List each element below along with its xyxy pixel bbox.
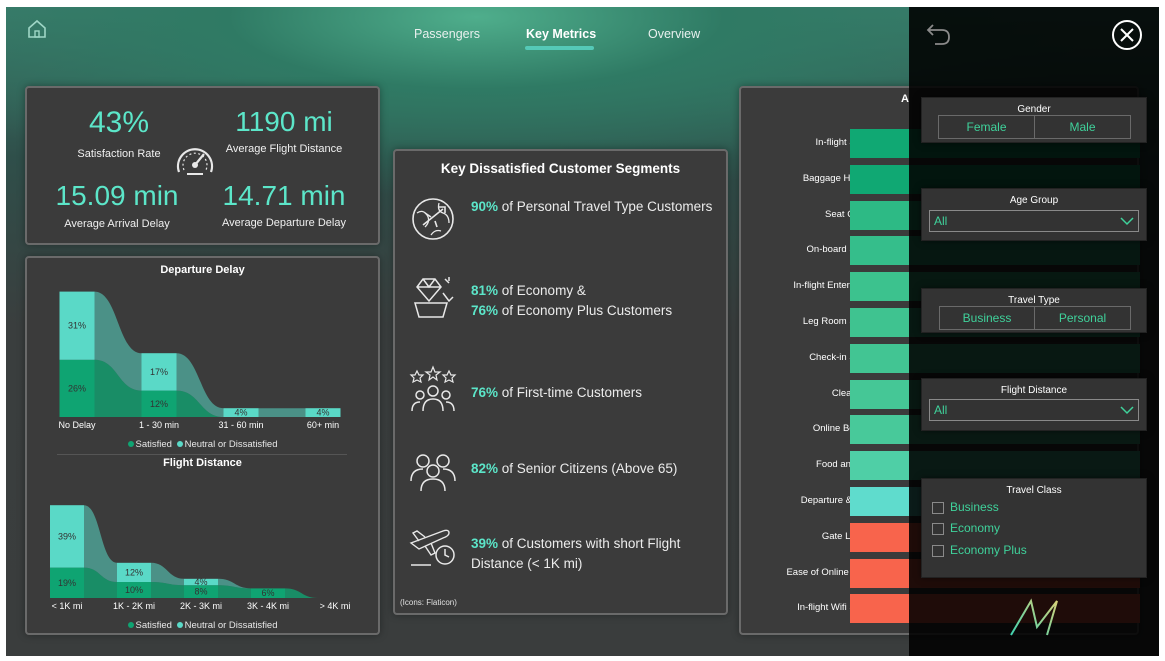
globe-airplane-icon xyxy=(412,198,454,240)
active-tab-indicator xyxy=(525,46,594,50)
travel-class-slicer-title: Travel Class xyxy=(1006,485,1062,496)
flow-satisfied xyxy=(285,588,318,598)
report-canvas: Passengers Key Metrics Overview 43% Sati… xyxy=(6,7,1159,656)
travel-type-slicer: Travel Type Business Personal xyxy=(921,288,1147,333)
x-tick-label: > 4K mi xyxy=(320,601,351,611)
close-icon[interactable] xyxy=(1111,19,1143,51)
tab-key-metrics[interactable]: Key Metrics xyxy=(526,27,596,41)
checkbox[interactable] xyxy=(932,545,944,557)
segment-item: 39% of Customers with short Flight Dista… xyxy=(471,536,681,571)
tab-passengers[interactable]: Passengers xyxy=(414,27,480,41)
segments-title: Key Dissatisfied Customer Segments xyxy=(440,161,681,176)
flow-satisfied xyxy=(218,585,251,598)
speedometer-icon xyxy=(176,148,214,175)
travel-class-slicer: Travel Class Business Economy Economy Pl… xyxy=(921,478,1147,578)
flight-distance-slicer: Flight Distance All xyxy=(921,378,1147,431)
checkbox-label: Business xyxy=(950,500,999,514)
x-tick-label: 2K - 3K mi xyxy=(180,601,222,611)
home-icon[interactable] xyxy=(26,19,48,39)
kpi-card: 43% Satisfaction Rate 1190 mi Average Fl… xyxy=(25,86,380,245)
x-tick-label: 1K - 2K mi xyxy=(113,601,155,611)
legend-satisfied-swatch xyxy=(127,622,134,629)
data-label: 39% xyxy=(58,531,76,541)
checkbox-label: Economy xyxy=(950,521,1001,535)
flight-distance-slicer-title: Flight Distance xyxy=(1000,385,1068,396)
tab-overview[interactable]: Overview xyxy=(648,27,700,41)
x-tick-label: 3K - 4K mi xyxy=(247,601,289,611)
flight-distance-selected-value: All xyxy=(934,403,948,417)
data-label: 6% xyxy=(261,588,274,598)
avg-departure-delay-label: Average Departure Delay xyxy=(222,217,346,229)
undo-icon[interactable] xyxy=(925,21,953,47)
avg-arrival-delay-label: Average Arrival Delay xyxy=(64,218,170,230)
service-chart-title: A xyxy=(901,93,909,105)
legend-neutral-swatch xyxy=(176,622,183,629)
gender-option-female[interactable]: Female xyxy=(938,115,1035,139)
satisfaction-rate-value: 43% xyxy=(88,106,150,139)
data-label: 19% xyxy=(58,578,76,588)
dissatisfied-segments-card: Key Dissatisfied Customer Segments 90% o… xyxy=(393,149,728,615)
avg-departure-delay-value: 14.71 min xyxy=(222,180,346,211)
gender-slicer-title: Gender xyxy=(1017,104,1051,115)
legend-satisfied-label: Satisfied xyxy=(135,620,172,631)
diamond-basket-icon xyxy=(414,277,454,318)
chevron-down-icon xyxy=(1120,406,1134,415)
segment-item: 81% of Economy & 76% of Economy Plus Cust… xyxy=(471,283,673,318)
flight-distance-chart: 19% 39% < 1K mi 10% 12% 1K - 2K mi 8%4% 2K - 3K… xyxy=(50,505,351,611)
gender-option-male[interactable]: Male xyxy=(1034,115,1131,139)
avg-arrival-delay-value: 15.09 min xyxy=(55,180,179,211)
travel-type-slicer-title: Travel Type xyxy=(1008,295,1060,306)
flight-distance-legend: Satisfied Neutral or Dissatisfied xyxy=(27,620,378,631)
flight-distance-dropdown[interactable]: All xyxy=(929,399,1139,421)
segment-item: 90% of Personal Travel Type Customers xyxy=(471,199,713,214)
chevron-down-icon xyxy=(1120,217,1134,226)
data-label: 4% xyxy=(194,577,207,587)
age-group-dropdown[interactable]: All xyxy=(929,210,1139,232)
checkbox[interactable] xyxy=(932,502,944,514)
distribution-charts-card: Departure Delay 26% 31% No Delay 12% 17% 1 - … xyxy=(25,256,380,635)
data-label: 10% xyxy=(125,585,143,595)
flow-neutral xyxy=(151,562,184,586)
stars-people-icon xyxy=(409,365,457,412)
avg-flight-distance-value: 1190 mi xyxy=(235,106,333,137)
legend-neutral-label: Neutral or Dissatisfied xyxy=(184,620,278,631)
avg-flight-distance-label: Average Flight Distance xyxy=(225,143,343,155)
age-group-slicer: Age Group All xyxy=(921,188,1147,241)
filter-pane: Gender Female Male Age Group All Travel … xyxy=(909,7,1159,656)
checkbox[interactable] xyxy=(932,523,944,535)
gender-slicer: Gender Female Male xyxy=(921,97,1147,143)
segment-item: 82% of Senior Citizens (Above 65) xyxy=(471,461,678,476)
icon-credit: (Icons: Flaticon) xyxy=(400,598,457,607)
age-group-slicer-title: Age Group xyxy=(1009,195,1059,206)
age-group-selected-value: All xyxy=(934,214,948,228)
data-label: 12% xyxy=(125,567,143,577)
travel-type-option-personal[interactable]: Personal xyxy=(1034,306,1131,330)
senior-group-icon xyxy=(410,454,456,492)
x-tick-label: < 1K mi xyxy=(52,601,83,611)
checkbox-label: Economy Plus xyxy=(950,543,1027,557)
segment-item: 76% of First-time Customers xyxy=(471,385,643,400)
brand-logo-icon xyxy=(1010,598,1058,636)
airplane-clock-icon xyxy=(409,529,455,566)
travel-type-option-business[interactable]: Business xyxy=(939,306,1035,330)
data-label: 8% xyxy=(194,587,207,597)
